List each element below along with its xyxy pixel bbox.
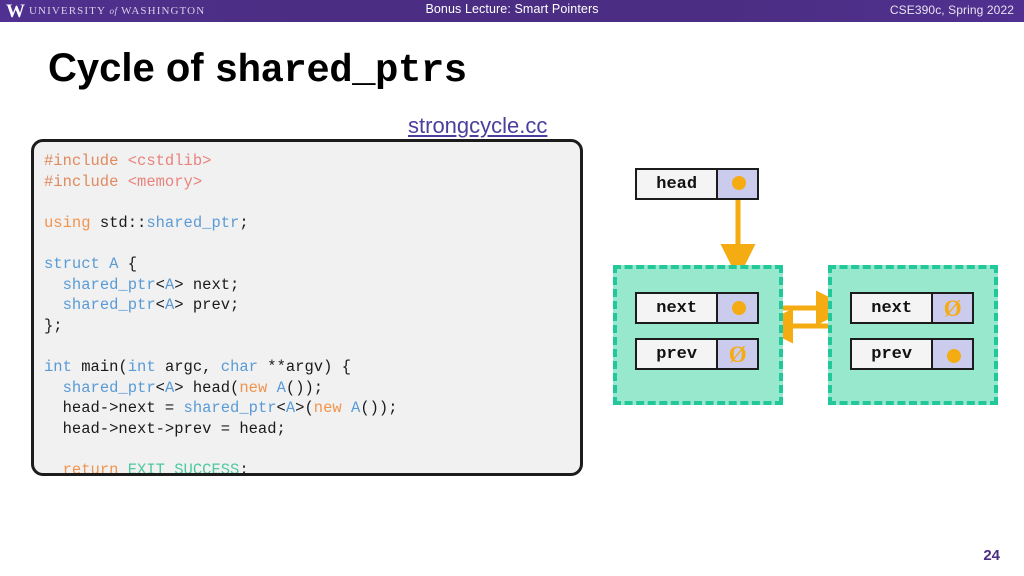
course-term-label: CSE390c, Spring 2022: [889, 3, 1014, 17]
code-token: EXIT_SUCCESS: [127, 460, 240, 476]
node1-field-prev-label: prev: [637, 340, 717, 368]
source-file-link[interactable]: strongcycle.cc: [408, 113, 547, 139]
node2-field-next-label: next: [852, 294, 932, 322]
code-token: ());: [360, 399, 398, 418]
page-title-prefix: Cycle of: [48, 46, 215, 90]
code-token: main(: [81, 357, 128, 376]
lecture-title: Bonus Lecture: Smart Pointers: [425, 2, 599, 16]
code-line: int main(int argc, char **argv) {: [44, 357, 580, 378]
code-token: return: [62, 460, 128, 476]
head-pointer-dot: [732, 176, 747, 190]
code-token: std::: [99, 213, 147, 232]
node2-field-next: next Ø: [850, 292, 974, 324]
memory-diagram: head next prev Ø next Ø prev: [600, 150, 1020, 420]
code-token: <: [276, 399, 286, 418]
code-token: A: [164, 275, 175, 294]
node1-next-pointer-cell: [716, 294, 757, 322]
code-token: A: [351, 399, 361, 418]
null-pointer-icon: Ø: [728, 341, 747, 367]
slide-page-number: 24: [983, 547, 1000, 564]
code-token: #include: [44, 172, 128, 191]
code-token: head->next =: [44, 399, 184, 418]
node1-field-next-label: next: [637, 294, 717, 322]
code-line: struct A {: [44, 254, 580, 275]
code-line: shared_ptr<A> prev;: [44, 295, 580, 316]
page-title: Cycle of shared_ptrs: [48, 44, 467, 95]
code-token: **argv) {: [267, 357, 351, 376]
code-token: int: [127, 357, 165, 376]
code-token: A: [164, 296, 175, 315]
code-token: <cstdlib>: [127, 152, 212, 170]
code-line: shared_ptr<A> next;: [44, 275, 580, 296]
code-line: return EXIT_SUCCESS;: [44, 460, 580, 476]
code-token: shared_ptr: [62, 275, 156, 294]
code-token: A: [276, 378, 286, 397]
code-line: #include <cstdlib>: [44, 151, 580, 172]
code-token: };: [44, 316, 63, 335]
code-line: };: [44, 316, 580, 337]
code-token: int: [44, 357, 82, 376]
code-token: shared_ptr: [62, 296, 156, 315]
code-token: using: [44, 213, 100, 232]
node1-next-pointer-dot: [732, 301, 747, 315]
code-line: using std::shared_ptr;: [44, 213, 580, 234]
code-token: new: [239, 378, 277, 397]
code-token: argc,: [164, 357, 221, 376]
null-pointer-icon: Ø: [943, 295, 962, 321]
code-token: <: [155, 296, 165, 315]
code-line: head->next->prev = head;: [44, 419, 580, 440]
stack-var-head-pointer-cell: [716, 170, 757, 198]
code-token: A: [285, 399, 296, 418]
code-token: shared_ptr: [62, 378, 156, 397]
code-line: head->next = shared_ptr<A>(new A());: [44, 398, 580, 419]
code-token: shared_ptr: [146, 213, 240, 232]
code-token: struct: [44, 254, 110, 273]
code-token: >(: [295, 399, 314, 418]
code-line: #include <memory>: [44, 172, 580, 193]
node2-prev-pointer-cell: [931, 340, 972, 368]
code-token: {: [118, 254, 138, 273]
code-token: > prev;: [174, 296, 240, 315]
code-listing: #include <cstdlib> #include <memory> usin…: [31, 139, 583, 476]
node1-field-next: next: [635, 292, 759, 324]
code-token: <: [155, 275, 165, 294]
heap-node-1: [613, 265, 783, 405]
node1-prev-pointer-cell: Ø: [716, 340, 757, 368]
code-token: head->next->prev = head;: [44, 419, 286, 438]
code-token: > next;: [174, 275, 240, 294]
code-token: <memory>: [127, 172, 203, 191]
node1-field-prev: prev Ø: [635, 338, 759, 370]
code-line: shared_ptr<A> head(new A());: [44, 378, 580, 399]
node2-prev-pointer-dot: [947, 349, 962, 363]
code-token: char: [220, 357, 268, 376]
code-token: A: [164, 378, 175, 397]
code-token: ;: [239, 213, 249, 232]
code-token: #include: [44, 152, 128, 170]
code-token: new: [313, 399, 351, 418]
node2-field-prev-label: prev: [852, 340, 932, 368]
code-token: > head(: [174, 378, 240, 397]
node2-field-prev: prev: [850, 338, 974, 370]
page-title-code: shared_ptrs: [214, 49, 467, 93]
code-token: ());: [285, 378, 324, 397]
node2-next-pointer-cell: Ø: [931, 294, 972, 322]
heap-node-2: [828, 265, 998, 405]
code-token: ;: [239, 460, 249, 476]
stack-var-head: head: [635, 168, 759, 200]
code-token: <: [155, 378, 165, 397]
code-token: shared_ptr: [183, 399, 277, 418]
stack-var-head-label: head: [637, 170, 717, 198]
